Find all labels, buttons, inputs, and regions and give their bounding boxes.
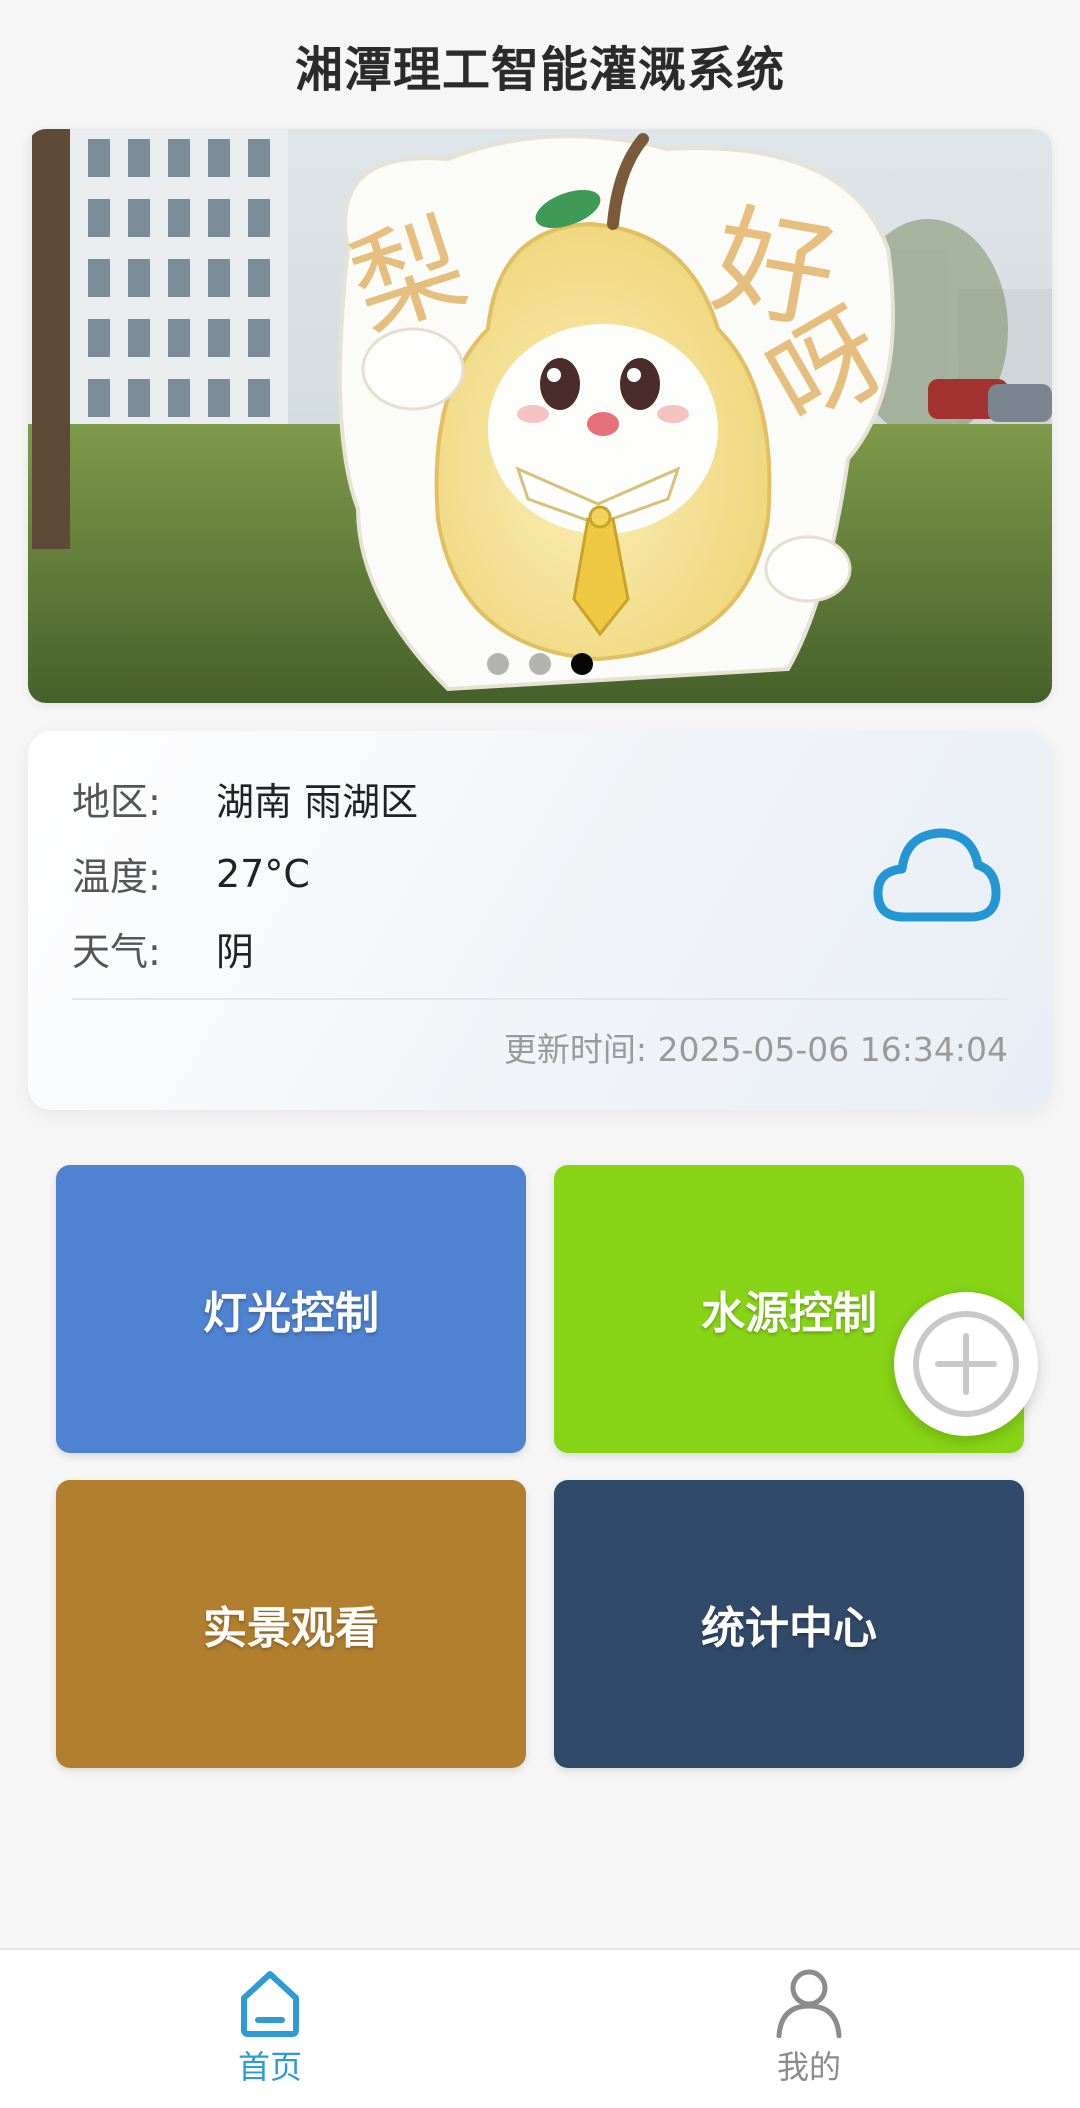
tab-home-label: 首页: [237, 2048, 302, 2086]
cloud-icon: [873, 828, 1001, 922]
page-title: 湘潭理工智能灌溉系统: [294, 42, 785, 98]
updated-time: 更新时间: 2025-05-06 16:34:04: [503, 1030, 1008, 1069]
carousel-dot[interactable]: [487, 653, 509, 675]
tab-me-label: 我的: [776, 2048, 841, 2086]
image-carousel[interactable]: 梨 好 呀: [28, 129, 1052, 703]
temperature-row: 温度: 27°C: [72, 846, 310, 901]
region-label: 地区:: [72, 780, 161, 824]
tab-home[interactable]: 首页: [190, 1966, 350, 2088]
weather-card: 地区: 湖南 雨湖区 温度: 27°C 天气: 阴 更新时间: 2025-05-…: [28, 731, 1052, 1110]
home-icon: [241, 1971, 299, 2037]
plus-icon: [913, 1311, 1019, 1417]
water-control-label: 水源控制: [701, 1288, 877, 1339]
light-control-label: 灯光控制: [203, 1288, 379, 1339]
statistics-tile[interactable]: 统计中心: [554, 1480, 1024, 1768]
top-header: 湘潭理工智能灌溉系统: [0, 0, 1080, 130]
carousel-dot-active[interactable]: [571, 653, 593, 675]
temperature-label: 温度:: [72, 855, 161, 899]
bottom-tab-bar: 首页 我的: [0, 1948, 1080, 2108]
light-control-tile[interactable]: 灯光控制: [56, 1165, 526, 1453]
carousel-dots: [28, 653, 1052, 675]
region-value: 湖南 雨湖区: [216, 780, 419, 824]
region-row: 地区: 湖南 雨湖区: [72, 771, 418, 826]
app-root: 湘潭理工智能灌溉系统 梨 好 呀 地区: 湖南 雨湖区 温度: 27°C 天气:…: [0, 0, 1080, 2108]
divider: [72, 998, 1008, 1000]
tab-me[interactable]: 我的: [729, 1966, 889, 2088]
floating-add-button[interactable]: [894, 1292, 1038, 1436]
banner-photo: 梨 好 呀: [28, 129, 1052, 703]
live-view-label: 实景观看: [203, 1603, 379, 1654]
user-icon: [776, 1969, 842, 2038]
weather-row: 天气: 阴: [72, 921, 254, 976]
weather-value: 阴: [216, 930, 255, 974]
statistics-label: 统计中心: [701, 1603, 877, 1654]
carousel-dot[interactable]: [529, 653, 551, 675]
live-view-tile[interactable]: 实景观看: [56, 1480, 526, 1768]
temperature-value: 27°C: [216, 851, 310, 896]
weather-label: 天气:: [72, 930, 161, 974]
